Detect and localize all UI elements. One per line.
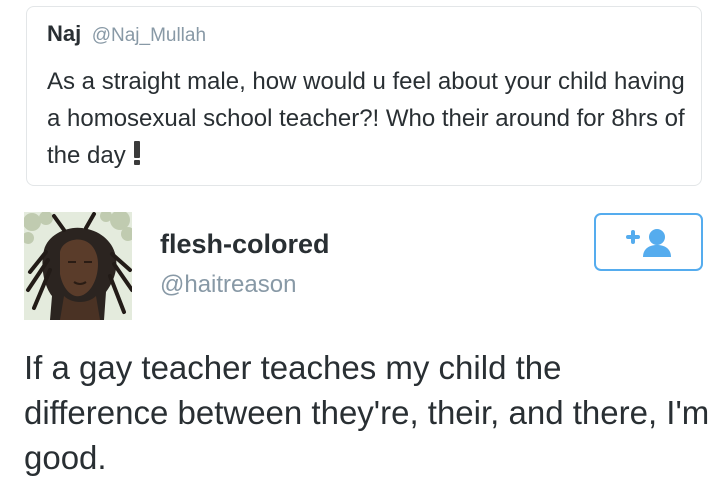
author-name[interactable]: flesh-colored: [160, 229, 330, 260]
author-handle[interactable]: @haitreason: [160, 271, 296, 299]
quoted-author-name[interactable]: Naj: [47, 21, 81, 46]
follow-button[interactable]: [594, 213, 703, 271]
quoted-tweet-header: Naj @Naj_Mullah: [47, 21, 206, 47]
quoted-tweet[interactable]: Naj @Naj_Mullah As a straight male, how …: [26, 6, 702, 186]
exclamation-emoji-icon: [133, 141, 140, 165]
avatar-photo: [24, 212, 132, 320]
quoted-tweet-text: As a straight male, how would u feel abo…: [47, 63, 687, 174]
avatar[interactable]: [24, 212, 132, 320]
tweet-text: If a gay teacher teaches my child the di…: [24, 349, 710, 476]
quoted-author-handle[interactable]: @Naj_Mullah: [92, 25, 206, 46]
quoted-tweet-body: As a straight male, how would u feel abo…: [47, 68, 685, 169]
add-user-icon: [625, 229, 671, 257]
